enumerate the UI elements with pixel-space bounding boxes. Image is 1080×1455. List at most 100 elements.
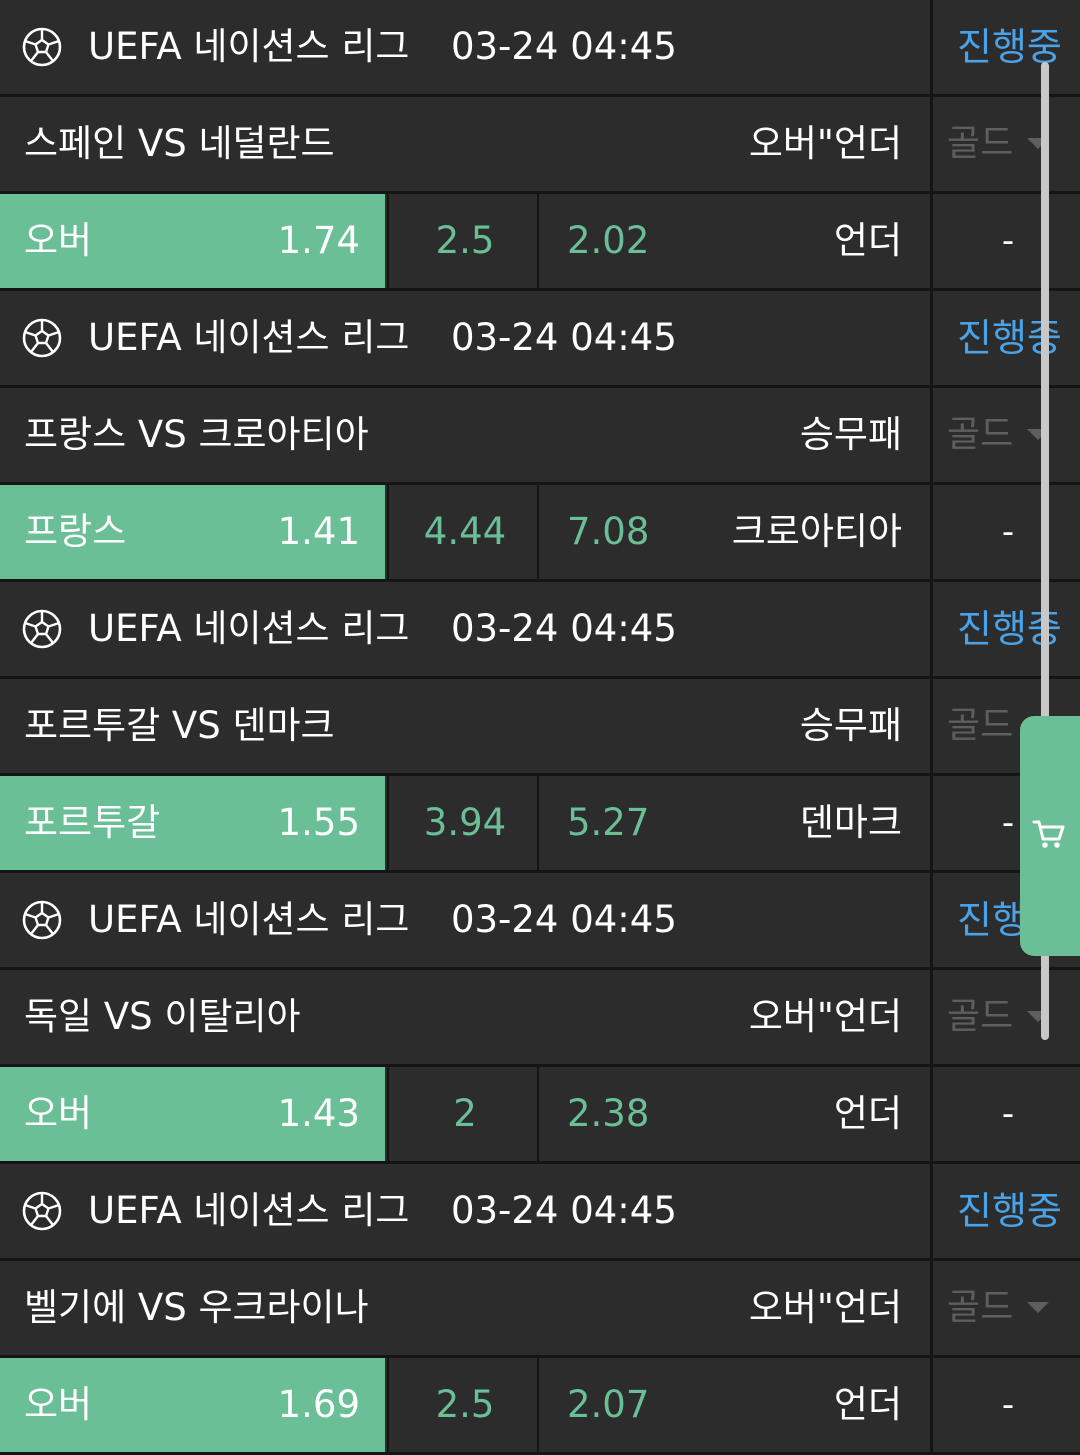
soccer-ball-icon	[22, 318, 62, 358]
away-odds-button[interactable]: 7.08 크로아티아	[541, 485, 928, 579]
middle-value: 2.5	[435, 219, 495, 262]
league-name: UEFA 네이션스 리그	[88, 25, 410, 68]
league-datetime: UEFA 네이션스 리그 03-24 04:45	[88, 0, 677, 94]
match-header-main: UEFA 네이션스 리그 03-24 04:45	[0, 291, 928, 385]
soccer-ball-icon	[22, 900, 62, 940]
middle-value: 3.94	[423, 801, 507, 844]
soccer-ball-icon	[22, 27, 62, 67]
teams-main: 벨기에 VS 우크라이나 오버"언더	[0, 1261, 928, 1355]
middle-odds-button[interactable]: 2.5	[387, 1358, 539, 1452]
home-odds-button[interactable]: 오버 1.69	[0, 1358, 385, 1452]
side-value-cell: -	[930, 485, 1080, 579]
match-teams: 포르투갈 VS 덴마크	[24, 704, 335, 747]
match-teams-row: 프랑스 VS 크로아티아 승무패 골드	[0, 388, 1080, 485]
match-datetime: 03-24 04:45	[450, 607, 677, 650]
odds-main: 오버 1.69 2.5 2.07 언더	[0, 1358, 928, 1452]
grade-label: 골드	[947, 123, 1014, 164]
teams-main: 프랑스 VS 크로아티아 승무패	[0, 388, 928, 482]
odds-row: 오버 1.69 2.5 2.07 언더 -	[0, 1358, 1080, 1455]
match-teams: 독일 VS 이탈리아	[24, 995, 301, 1038]
middle-odds-button[interactable]: 2.5	[387, 194, 539, 288]
odds-main: 오버 1.43 2 2.38 언더	[0, 1067, 928, 1161]
status-badge: 진행중	[957, 1189, 1062, 1233]
home-odds-value: 1.41	[277, 510, 360, 553]
match-teams-row: 독일 VS 이탈리아 오버"언더 골드	[0, 970, 1080, 1067]
soccer-ball-icon	[22, 1191, 62, 1231]
away-odds-value: 2.02	[567, 219, 650, 262]
away-label: 언더	[833, 1092, 902, 1135]
match-header-main: UEFA 네이션스 리그 03-24 04:45	[0, 582, 928, 676]
match-header-main: UEFA 네이션스 리그 03-24 04:45	[0, 873, 928, 967]
bet-market: 오버"언더	[748, 122, 902, 165]
league-datetime: UEFA 네이션스 리그 03-24 04:45	[88, 291, 677, 385]
league-name: UEFA 네이션스 리그	[88, 316, 410, 359]
middle-odds-button[interactable]: 3.94	[387, 776, 539, 870]
status-cell: 진행중	[930, 291, 1080, 385]
caret-down-icon	[1027, 1302, 1049, 1313]
home-label: 포르투갈	[24, 801, 161, 844]
home-label: 오버	[24, 219, 93, 262]
grade-select[interactable]: 골드	[930, 970, 1080, 1064]
match-header: UEFA 네이션스 리그 03-24 04:45 진행중	[0, 873, 1080, 970]
home-odds-button[interactable]: 오버 1.43	[0, 1067, 385, 1161]
home-odds-button[interactable]: 프랑스 1.41	[0, 485, 385, 579]
bet-market: 오버"언더	[748, 1286, 902, 1329]
bet-market: 승무패	[799, 413, 902, 456]
match-datetime: 03-24 04:45	[450, 1189, 677, 1232]
cart-icon	[1032, 820, 1065, 848]
away-odds-button[interactable]: 2.07 언더	[541, 1358, 928, 1452]
home-odds-value: 1.74	[277, 219, 360, 262]
away-odds-value: 7.08	[567, 510, 650, 553]
middle-odds-button[interactable]: 4.44	[387, 485, 539, 579]
match-teams-row: 벨기에 VS 우크라이나 오버"언더 골드	[0, 1261, 1080, 1358]
odds-row: 오버 1.74 2.5 2.02 언더 -	[0, 194, 1080, 291]
away-label: 크로아티아	[731, 510, 902, 553]
home-label: 오버	[24, 1383, 93, 1426]
grade-select[interactable]: 골드	[930, 1261, 1080, 1355]
side-value-cell: -	[930, 1358, 1080, 1452]
home-odds-value: 1.43	[277, 1092, 360, 1135]
away-odds-button[interactable]: 2.38 언더	[541, 1067, 928, 1161]
middle-value: 4.44	[423, 510, 507, 553]
status-cell: 진행중	[930, 1164, 1080, 1258]
odds-main: 오버 1.74 2.5 2.02 언더	[0, 194, 928, 288]
middle-value: 2.5	[435, 1383, 495, 1426]
away-odds-button[interactable]: 5.27 덴마크	[541, 776, 928, 870]
match-list: UEFA 네이션스 리그 03-24 04:45 진행중 스페인 VS 네덜란드…	[0, 0, 1080, 1455]
match-header: UEFA 네이션스 리그 03-24 04:45 진행중	[0, 0, 1080, 97]
away-label: 덴마크	[799, 801, 902, 844]
bet-slip-tab[interactable]	[1020, 716, 1080, 956]
match-teams: 벨기에 VS 우크라이나	[24, 1286, 369, 1329]
match-header-main: UEFA 네이션스 리그 03-24 04:45	[0, 0, 928, 94]
match-header: UEFA 네이션스 리그 03-24 04:45 진행중	[0, 291, 1080, 388]
teams-main: 스페인 VS 네덜란드 오버"언더	[0, 97, 928, 191]
odds-row: 프랑스 1.41 4.44 7.08 크로아티아 -	[0, 485, 1080, 582]
away-odds-button[interactable]: 2.02 언더	[541, 194, 928, 288]
grade-select[interactable]: 골드	[930, 388, 1080, 482]
teams-main: 독일 VS 이탈리아 오버"언더	[0, 970, 928, 1064]
grade-label: 골드	[947, 996, 1014, 1037]
odds-main: 프랑스 1.41 4.44 7.08 크로아티아	[0, 485, 928, 579]
away-label: 언더	[833, 219, 902, 262]
home-odds-value: 1.69	[277, 1383, 360, 1426]
league-name: UEFA 네이션스 리그	[88, 607, 410, 650]
odds-main: 포르투갈 1.55 3.94 5.27 덴마크	[0, 776, 928, 870]
match-datetime: 03-24 04:45	[450, 25, 677, 68]
league-name: UEFA 네이션스 리그	[88, 1189, 410, 1232]
odds-row: 포르투갈 1.55 3.94 5.27 덴마크 -	[0, 776, 1080, 873]
grade-label: 골드	[947, 705, 1014, 746]
grade-select[interactable]: 골드	[930, 97, 1080, 191]
home-odds-value: 1.55	[277, 801, 360, 844]
side-value: -	[1001, 1094, 1015, 1134]
league-datetime: UEFA 네이션스 리그 03-24 04:45	[88, 1164, 677, 1258]
home-odds-button[interactable]: 포르투갈 1.55	[0, 776, 385, 870]
middle-odds-button[interactable]: 2	[387, 1067, 539, 1161]
teams-main: 포르투갈 VS 덴마크 승무패	[0, 679, 928, 773]
away-odds-value: 2.07	[567, 1383, 650, 1426]
side-value: -	[1001, 1385, 1015, 1425]
match-header: UEFA 네이션스 리그 03-24 04:45 진행중	[0, 1164, 1080, 1261]
home-odds-button[interactable]: 오버 1.74	[0, 194, 385, 288]
match-teams-row: 포르투갈 VS 덴마크 승무패 골드	[0, 679, 1080, 776]
bet-market: 오버"언더	[748, 995, 902, 1038]
soccer-ball-icon	[22, 609, 62, 649]
